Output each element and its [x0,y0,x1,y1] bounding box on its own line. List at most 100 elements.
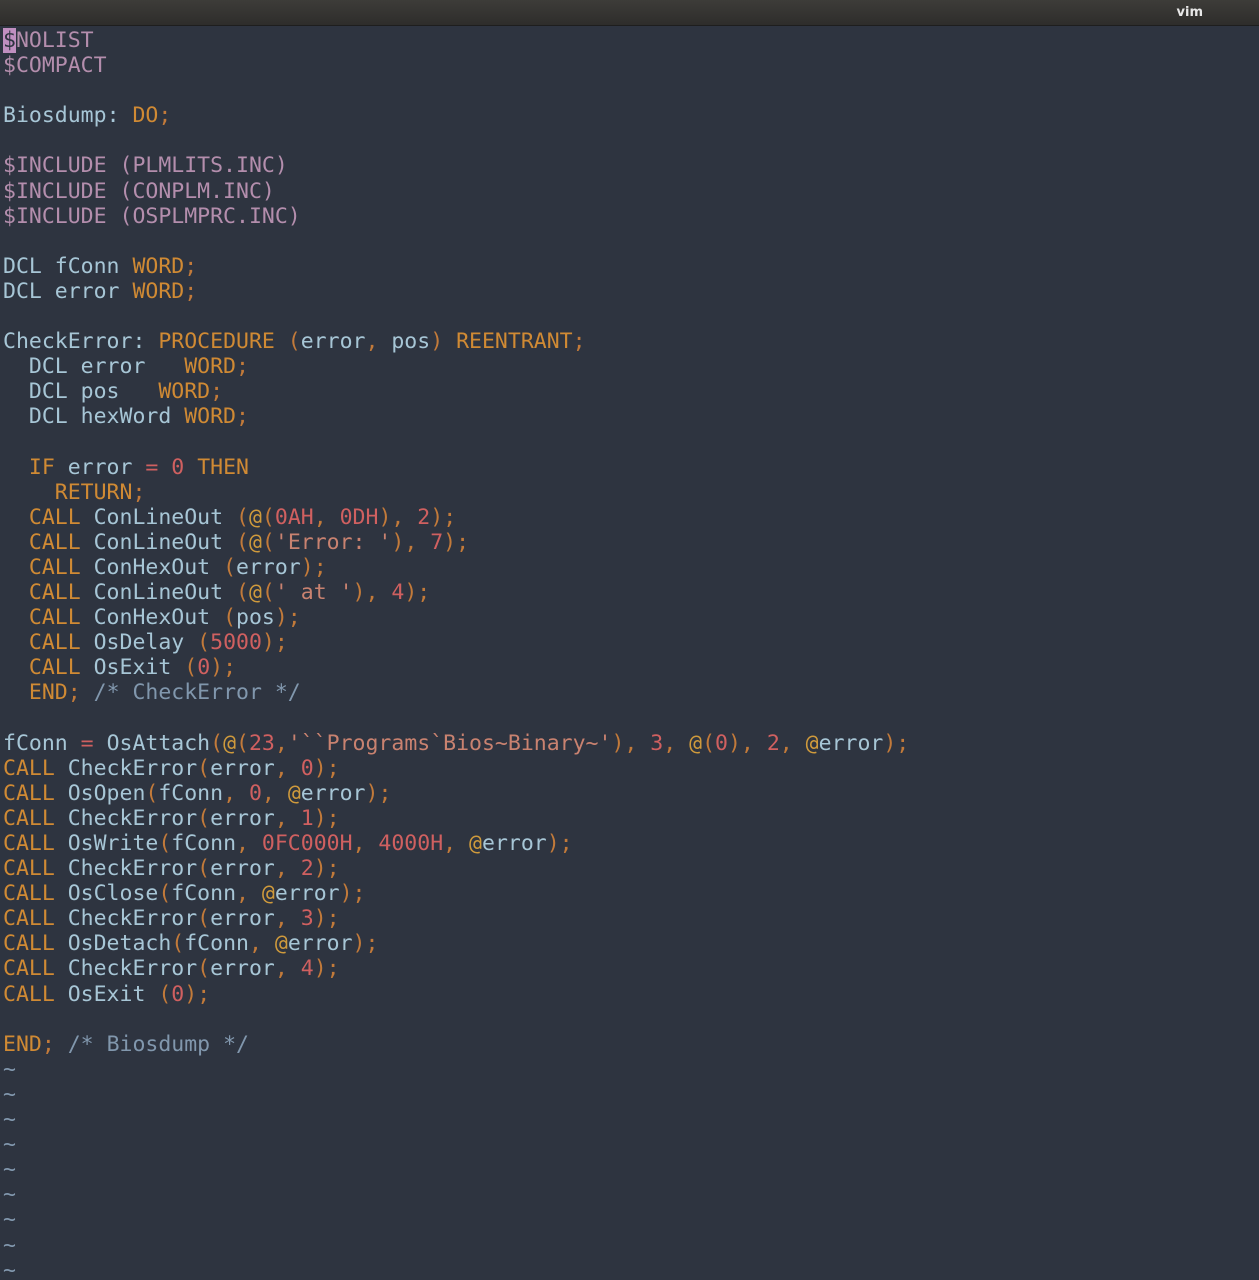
empty-buffer-line[interactable]: ~ [3,1107,1259,1132]
code-token: error [482,831,547,856]
code-token: fConn [184,931,249,957]
code-line[interactable] [3,128,1259,153]
text-buffer[interactable]: $NOLIST $COMPACT Biosdump: DO; $INCLUDE (… [0,28,1259,1280]
code-token: ConHexOut [80,554,224,580]
code-token: ), [378,504,418,530]
window-titlebar[interactable]: vim [0,0,1259,26]
code-line[interactable]: $INCLUDE (PLMLITS.INC) [3,153,1259,178]
code-token: 0AH [274,504,314,530]
code-token: , [248,931,275,957]
code-line[interactable]: CALL ConLineOut (@(' at '), 4); [3,580,1259,605]
vim-editor[interactable]: $NOLIST $COMPACT Biosdump: DO; $INCLUDE (… [0,28,1259,1280]
code-line[interactable]: CALL OsWrite(fConn, 0FC000H, 4000H, @err… [3,831,1259,856]
code-line[interactable]: $INCLUDE (OSPLMPRC.INC) [3,204,1259,229]
code-line[interactable]: DCL hexWord WORD; [3,404,1259,429]
code-line[interactable] [3,78,1259,103]
code-token: ( [261,504,275,530]
code-token: ) [430,329,457,355]
code-token: @ [805,730,819,756]
code-token: CALL [3,805,55,831]
code-token: WORD [132,253,185,279]
code-token: ( [184,655,198,681]
code-line[interactable]: CALL CheckError(error, 2); [3,856,1259,881]
code-token: ); [313,906,340,932]
code-line[interactable] [3,304,1259,329]
code-token: IF [28,454,55,480]
code-line[interactable] [3,229,1259,254]
code-token: ); [300,554,327,580]
code-line[interactable]: fConn = OsAttach(@(23,'``Programs`Bios~B… [3,731,1259,756]
code-line[interactable]: $COMPACT [3,53,1259,78]
code-line[interactable]: $INCLUDE (CONPLM.INC) [3,179,1259,204]
code-token: pos [236,605,275,631]
code-token: 0 [300,755,314,781]
code-line[interactable]: DCL pos WORD; [3,379,1259,404]
code-line[interactable]: CALL CheckError(error, 1); [3,806,1259,831]
code-token: ( [158,981,172,1007]
code-line[interactable]: Biosdump: DO; [3,103,1259,128]
code-token: ); [184,981,211,1007]
empty-buffer-line[interactable]: ~ [3,1233,1259,1258]
window-title: vim [1176,5,1203,20]
code-token: CALL [3,981,55,1007]
code-token: ( [236,504,249,530]
code-token: OsClose [54,881,159,907]
code-line[interactable]: CALL OsExit (0); [3,982,1259,1007]
code-line[interactable]: CALL ConLineOut (@(0AH, 0DH), 2); [3,505,1259,530]
code-token: error [300,329,366,355]
code-line[interactable]: END; /* CheckError */ [3,680,1259,705]
code-line[interactable] [3,706,1259,731]
code-token: , [223,780,249,806]
code-line[interactable]: CALL OsExit (0); [3,655,1259,680]
empty-buffer-line[interactable]: ~ [3,1182,1259,1207]
code-token: DO [132,103,159,129]
code-token: ); [883,730,910,756]
code-line[interactable]: CALL ConHexOut (pos); [3,605,1259,630]
code-line[interactable]: CALL OsDelay (5000); [3,630,1259,655]
code-line[interactable]: CALL OsClose(fConn, @error); [3,881,1259,906]
code-token: ); [210,655,237,681]
code-line[interactable]: CALL OsDetach(fConn, @error); [3,931,1259,956]
empty-buffer-line[interactable]: ~ [3,1057,1259,1082]
code-line[interactable]: IF error = 0 THEN [3,455,1259,480]
empty-buffer-line[interactable]: ~ [3,1082,1259,1107]
code-token: END [28,680,68,706]
code-token: CALL [28,605,81,631]
code-token: ( [274,329,301,355]
code-token: ; [67,680,94,706]
code-token: 1 [300,805,314,831]
code-line[interactable]: END; /* Biosdump */ [3,1032,1259,1057]
code-line[interactable]: CALL ConHexOut (error); [3,555,1259,580]
code-line[interactable]: RETURN; [3,480,1259,505]
code-token: , [274,730,288,756]
code-token: , [313,504,340,530]
code-line[interactable]: CALL CheckError(error, 4); [3,956,1259,981]
code-token: 0 [171,981,185,1007]
code-line[interactable]: CALL CheckError(error, 3); [3,906,1259,931]
code-line[interactable]: CALL ConLineOut (@('Error: '), 7); [3,530,1259,555]
code-token: '``Programs`Bios~Binary~' [287,730,612,756]
code-token: 7 [430,529,444,555]
code-line[interactable]: CALL OsOpen(fConn, 0, @error); [3,781,1259,806]
code-token: ), [352,580,392,606]
code-line[interactable] [3,1007,1259,1032]
code-token: CALL [3,755,55,781]
code-token: ; [158,103,172,129]
code-line[interactable]: DCL error WORD; [3,354,1259,379]
empty-buffer-line[interactable]: ~ [3,1132,1259,1157]
code-line[interactable]: $NOLIST [3,28,1259,53]
empty-buffer-line[interactable]: ~ [3,1207,1259,1232]
code-token: CALL [3,831,55,856]
empty-buffer-line[interactable]: ~ [3,1258,1259,1280]
code-line[interactable]: DCL fConn WORD; [3,254,1259,279]
code-token: , [365,329,392,355]
code-line[interactable]: CheckError: PROCEDURE (error, pos) REENT… [3,329,1259,354]
code-token: CheckError [54,856,198,882]
code-line[interactable] [3,430,1259,455]
code-line[interactable]: CALL CheckError(error, 0); [3,756,1259,781]
empty-buffer-line[interactable]: ~ [3,1157,1259,1182]
code-line[interactable]: DCL error WORD; [3,279,1259,304]
